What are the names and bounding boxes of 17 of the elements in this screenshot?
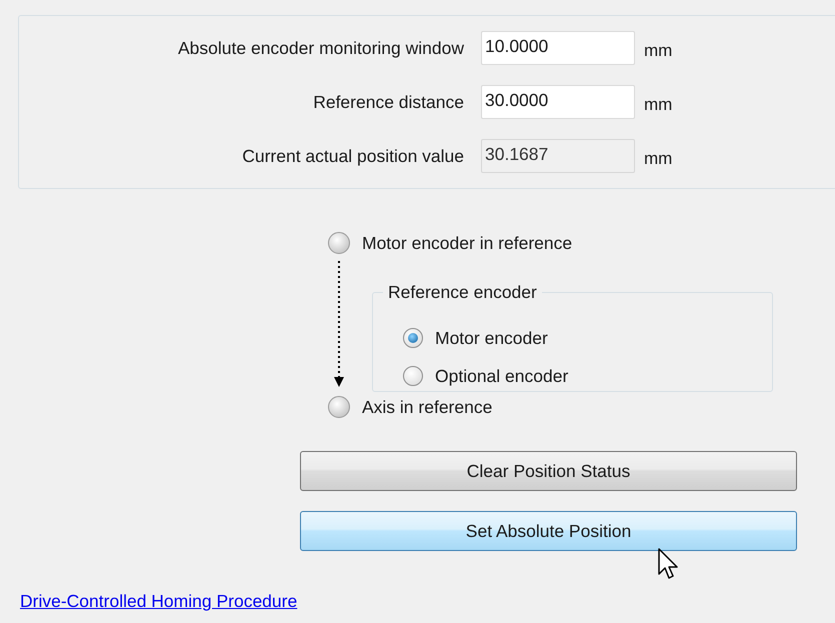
unit-label: mm [644, 94, 672, 116]
status-label: Motor encoder in reference [362, 232, 572, 255]
status-label: Axis in reference [362, 396, 492, 419]
field-label: Current actual position value [241, 144, 465, 168]
input-field[interactable]: 30.0000 [481, 85, 635, 119]
unit-label: mm [644, 40, 672, 62]
readonly-field: 30.1687 [481, 139, 635, 173]
dotted-arrow-icon [333, 261, 345, 389]
unit-label: mm [644, 148, 672, 170]
action-button[interactable]: Set Absolute Position [300, 511, 797, 551]
action-button[interactable]: Clear Position Status [300, 451, 797, 491]
radio-button[interactable]: Optional encoder [403, 357, 568, 395]
field-label: Reference distance [312, 90, 465, 114]
field-label: Absolute encoder monitoring window [177, 36, 465, 60]
radio-button[interactable]: Motor encoder [403, 319, 548, 357]
homing-procedure-link[interactable]: Drive-Controlled Homing Procedure [20, 591, 298, 611]
input-field[interactable]: 10.0000 [481, 31, 635, 65]
